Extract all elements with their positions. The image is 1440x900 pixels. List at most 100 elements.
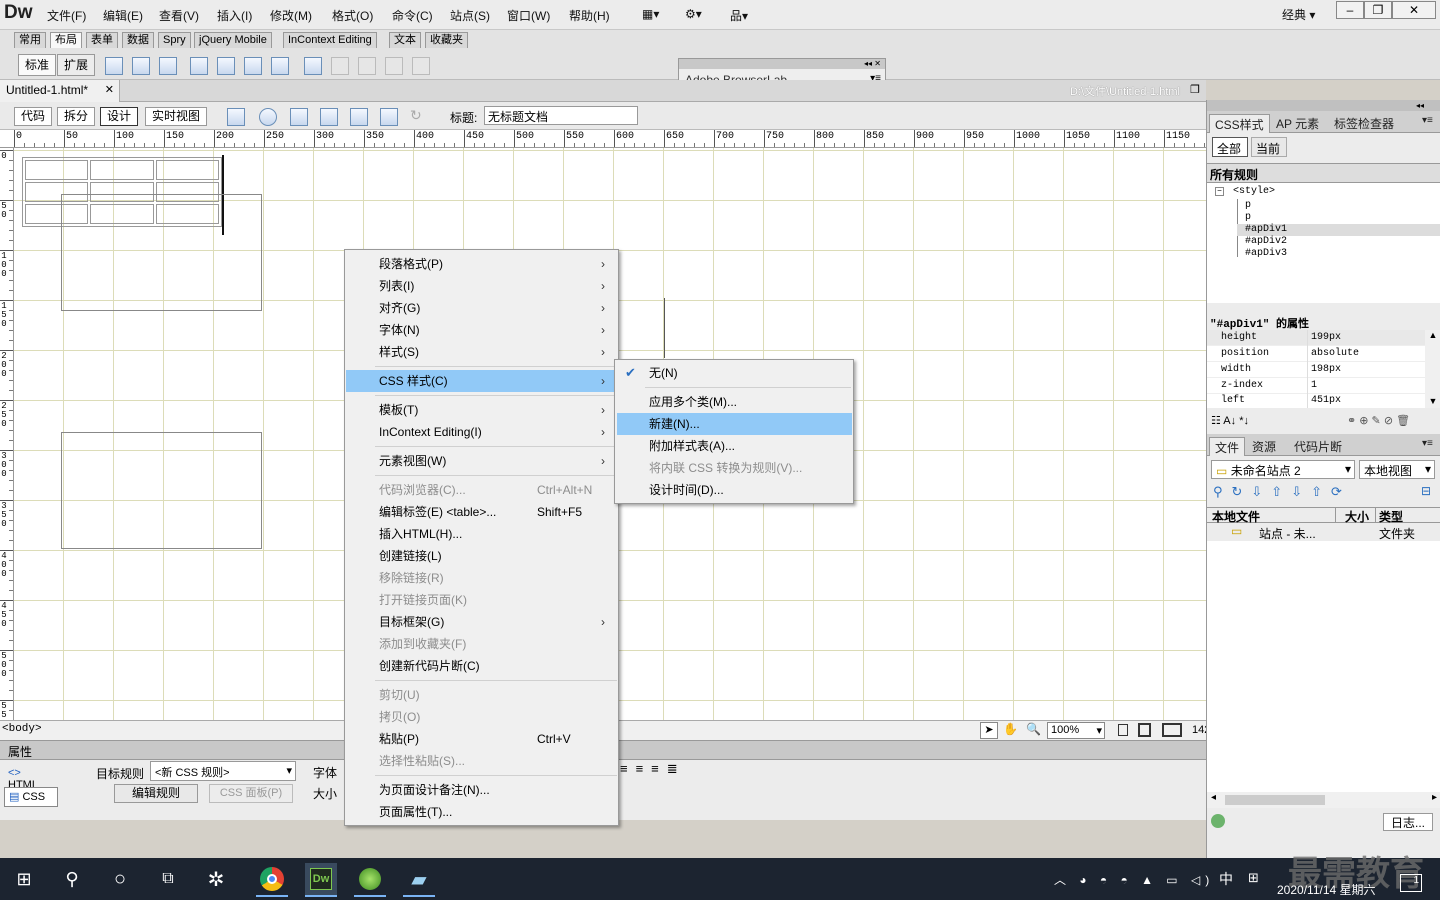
context-menu-item[interactable]: 对齐(G) › [346,297,617,319]
panel-menu-icon[interactable]: ▾≡ [1417,114,1438,133]
panel-header[interactable]: ◂◂ ✕ [679,59,885,69]
menu-modify[interactable]: 修改(M) [270,7,312,24]
tray-icons[interactable]: ︿ ◕ ◓ ◓ ▲ ▭ ◁) [1054,871,1214,888]
submenu-item[interactable]: 附加样式表(A)... [617,435,852,457]
insert-tab-jquery-mobile[interactable]: jQuery Mobile [194,32,272,48]
notebook-app-icon[interactable]: ▰ [403,863,435,895]
insert-tab-favorites[interactable]: 收藏夹 [425,32,468,48]
close-window-button[interactable]: ✕ [1392,1,1436,19]
menu-edit[interactable]: 编辑(E) [103,7,143,24]
panel-menu-icon[interactable]: ▾≡ [1417,437,1438,456]
keyboard-icon[interactable]: ⊞ [1248,870,1259,886]
context-menu-item[interactable]: 编辑标签(E) <table>... Shift+F5 [346,501,617,523]
chrome-icon[interactable] [256,863,288,895]
tab-assets[interactable]: 资源 [1247,437,1281,456]
css-mode-button[interactable]: ▤ CSS [4,787,58,807]
current-mode-button[interactable]: 当前 [1251,137,1287,157]
input-method[interactable]: 中 [1219,869,1233,889]
standard-mode-button[interactable]: 标准 [18,54,57,76]
workspace-switcher[interactable]: 经典 ▾ [1282,6,1315,23]
context-menu-item[interactable]: 粘贴(P) Ctrl+V [346,728,617,750]
ap-div-1[interactable] [61,194,262,311]
insert-frame-icon[interactable] [217,57,235,75]
ap-div-2[interactable] [61,432,262,549]
hand-tool-icon[interactable]: ✋ [1003,722,1018,736]
insert-div-icon[interactable] [105,57,123,75]
submenu-item[interactable]: 应用多个类(M)... [617,391,852,413]
insert-tab-common[interactable]: 常用 [14,32,46,48]
check-browser-icon[interactable] [350,108,368,126]
context-menu-item[interactable]: 插入HTML(H)... [346,523,617,545]
context-menu-item[interactable]: 创建新代码片断(C) [346,655,617,677]
globe-preview-icon[interactable] [259,108,277,126]
rule-apdiv1[interactable]: #apDiv1 [1237,224,1440,236]
notification-icon[interactable]: 1 [1400,874,1422,892]
insert-spry-icon[interactable] [271,57,289,75]
panel-collapse-bar[interactable]: ◂◂ [1207,100,1440,111]
prop-row[interactable]: left 451px [1207,394,1425,408]
edit-rule-button[interactable]: 编辑规则 [114,784,198,803]
table-cell[interactable] [25,160,89,180]
context-menu-item[interactable]: 段落格式(P) › [346,253,617,275]
multiscreen-icon[interactable] [227,108,245,126]
context-menu-item[interactable]: 代码浏览器(C)... Ctrl+Alt+N [346,479,617,501]
windows-start-icon[interactable]: ⊞ [8,863,40,895]
design-view-button[interactable]: 设计 [100,107,139,126]
tab-tag-inspector[interactable]: 标签检查器 [1329,114,1399,133]
rule-apdiv3[interactable]: #apDiv3 [1237,248,1287,259]
table-cell[interactable] [90,160,154,180]
cortana-icon[interactable]: ○ [104,863,136,895]
clock-date[interactable]: 2020/11/14 星期六 [1277,881,1376,898]
w3c-validate-icon[interactable] [320,108,338,126]
context-menu-item[interactable]: 目标框架(G) › [346,611,617,633]
css-panel-button[interactable]: CSS 面板(P) [209,784,293,803]
site-select[interactable]: ▭ 未命名站点 2 ▾ [1211,460,1355,479]
rule-p[interactable]: p [1237,200,1251,211]
context-menu-item[interactable]: 列表(I) › [346,275,617,297]
context-menu-item[interactable]: 拷贝(O) [346,706,617,728]
title-input[interactable]: 无标题文档 [484,106,638,125]
file-actions-icon[interactable]: ⚲↻⇩⇧⇩⇧⟳ [1213,484,1351,500]
close-tab-icon[interactable]: ✕ [105,83,114,96]
insert-tab-layout[interactable]: 布局 [50,32,82,48]
tab-ap-elements[interactable]: AP 元素 [1271,114,1324,133]
insert-tab-incontext[interactable]: InContext Editing [283,32,377,48]
expand-icon[interactable]: ⊟ [1421,484,1431,498]
zoom-tool-icon[interactable]: 🔍 [1026,722,1041,736]
menu-site[interactable]: 站点(S) [450,7,490,24]
context-menu-item[interactable]: 样式(S) › [346,341,617,363]
visual-aids-icon[interactable] [380,108,398,126]
table-cell[interactable] [155,160,219,180]
search-icon[interactable]: ⚲ [56,863,88,895]
tablet-size-icon[interactable] [1138,723,1151,737]
site-map-icon[interactable]: 品▾ [730,7,748,24]
tab-css-styles[interactable]: CSS样式 [1209,114,1270,133]
context-menu-item[interactable]: 为页面设计备注(N)... [346,779,617,801]
code-view-button[interactable]: 代码 [14,107,53,126]
list-item[interactable]: ▭ 站点 - 未... 文件夹 [1207,523,1440,541]
app-pinwheel-icon[interactable]: ✲ [200,863,232,895]
gear-icon[interactable]: ⚙▾ [685,7,702,21]
live-view-button[interactable]: 实时视图 [145,107,208,126]
context-menu-item[interactable]: CSS 样式(C) › [346,370,617,392]
rule-p[interactable]: p [1237,212,1251,223]
menu-help[interactable]: 帮助(H) [569,7,610,24]
context-menu-item[interactable]: 选择性粘贴(S)... [346,750,617,772]
prop-row[interactable]: width 198px [1207,362,1425,378]
target-rule-select[interactable]: <新 CSS 规则> ▾ [150,761,296,781]
split-view-button[interactable]: 拆分 [57,107,96,126]
insert-fluid-grid-icon[interactable] [159,57,177,75]
submenu-item[interactable]: 设计时间(D)... [617,479,852,501]
all-mode-button[interactable]: 全部 [1212,137,1248,157]
rule-actions-icon[interactable]: ⚭ ⊕ ✎ ⊘ 🗑 [1347,414,1410,427]
context-menu-item[interactable]: 字体(N) › [346,319,617,341]
table-grid-icon[interactable] [304,57,322,75]
desktop-size-icon[interactable] [1162,723,1182,737]
prop-row[interactable]: height 199px [1207,330,1425,346]
tab-files[interactable]: 文件 [1209,437,1246,456]
files-hscrollbar[interactable]: ◂ ▸ [1207,792,1440,808]
menu-window[interactable]: 窗口(W) [507,7,550,24]
context-menu-item[interactable]: 剪切(U) [346,684,617,706]
context-menu-item[interactable]: 添加到收藏夹(F) [346,633,617,655]
minimize-button[interactable]: – [1336,1,1364,19]
